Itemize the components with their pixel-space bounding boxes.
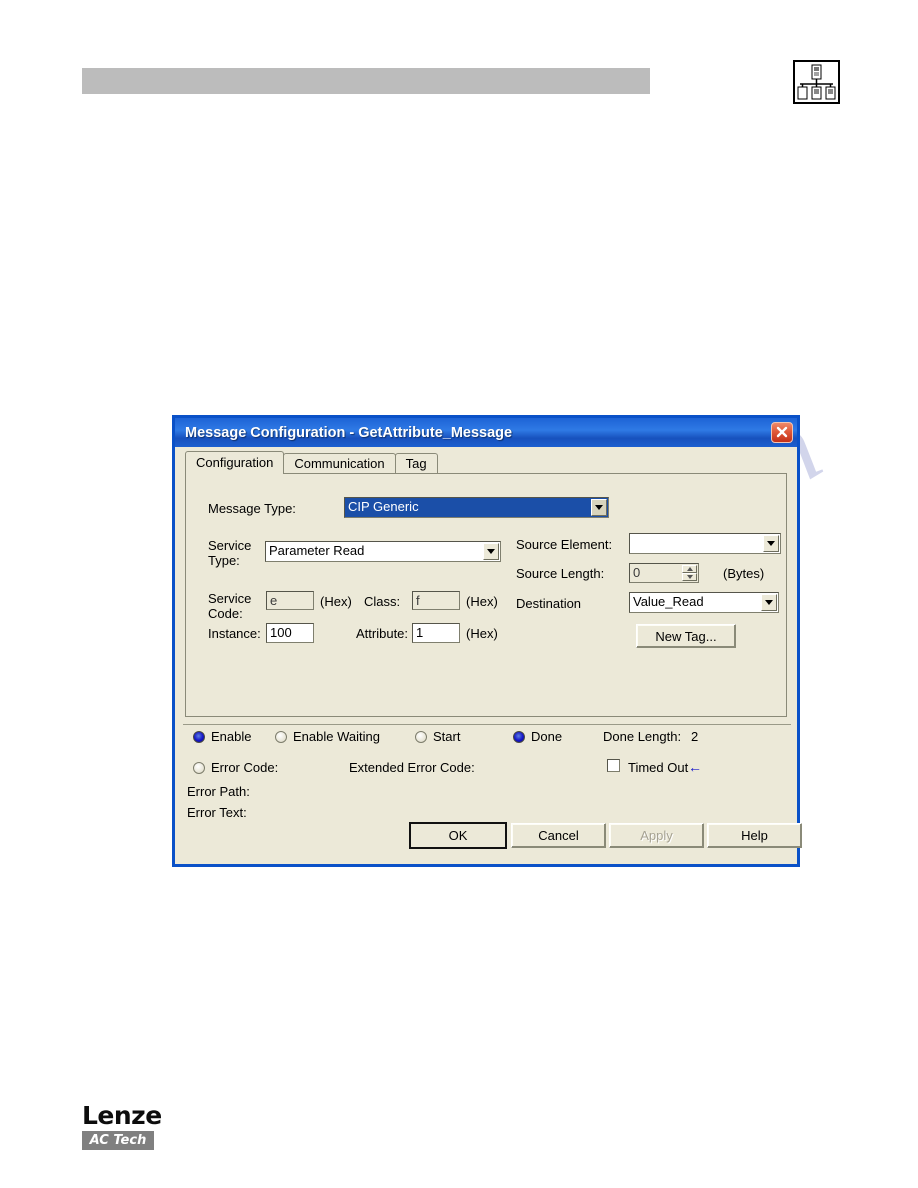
apply-button-label: Apply	[640, 828, 673, 843]
lenze-logo: Lenze AC Tech	[82, 1103, 162, 1150]
destination-label: Destination	[516, 596, 582, 611]
new-tag-button[interactable]: New Tag...	[636, 624, 736, 648]
ok-button[interactable]: OK	[409, 822, 507, 849]
close-icon[interactable]	[771, 422, 793, 443]
radio-start[interactable]	[415, 731, 427, 743]
cancel-button[interactable]: Cancel	[511, 823, 606, 848]
chevron-down-icon[interactable]	[761, 594, 777, 611]
error-text-label: Error Text:	[187, 805, 247, 820]
extended-error-code-label: Extended Error Code:	[349, 760, 475, 775]
timed-out-checkbox[interactable]	[607, 759, 620, 772]
tab-tag-label: Tag	[405, 456, 427, 471]
radio-done[interactable]	[513, 731, 525, 743]
tab-configuration[interactable]: Configuration	[185, 451, 285, 474]
apply-button[interactable]: Apply	[609, 823, 704, 848]
service-code-value: e	[270, 593, 278, 608]
lenze-brand-text: Lenze	[82, 1101, 162, 1130]
attribute-unit: (Hex)	[466, 626, 498, 641]
stepper-down-icon[interactable]	[682, 573, 697, 581]
instance-input[interactable]: 100	[266, 623, 314, 643]
tab-configuration-label: Configuration	[196, 455, 274, 470]
instance-label: Instance:	[208, 626, 261, 641]
attribute-value: 1	[416, 625, 424, 640]
message-type-label: Message Type:	[208, 501, 296, 516]
radio-enable-label: Enable	[211, 729, 252, 744]
message-configuration-dialog: Message Configuration - GetAttribute_Mes…	[172, 415, 802, 867]
actech-brand-text: AC Tech	[89, 1133, 147, 1148]
message-type-value: CIP Generic	[348, 499, 419, 514]
destination-combo[interactable]: Value_Read	[629, 592, 779, 613]
radio-done-label: Done	[531, 729, 563, 744]
radio-error-code[interactable]	[193, 762, 205, 774]
arrow-left-icon: ←	[688, 759, 702, 775]
class-unit: (Hex)	[466, 594, 498, 609]
class-label: Class:	[364, 594, 401, 609]
ok-button-label: OK	[448, 828, 468, 843]
attribute-input[interactable]: 1	[412, 623, 460, 643]
dialog-tabs: Configuration Communication Tag	[185, 451, 438, 474]
destination-value: Value_Read	[633, 594, 704, 609]
class-value: f	[416, 593, 420, 608]
cancel-button-label: Cancel	[538, 828, 579, 843]
page-header-bar	[82, 68, 650, 94]
timed-out-label: Timed Out	[628, 760, 689, 775]
instance-value: 100	[270, 625, 292, 640]
attribute-label: Attribute:	[356, 626, 409, 641]
service-type-value: Parameter Read	[269, 543, 365, 558]
radio-enable-waiting[interactable]	[275, 731, 287, 743]
dialog-titlebar[interactable]: Message Configuration - GetAttribute_Mes…	[172, 415, 800, 447]
stepper-up-icon[interactable]	[682, 565, 697, 573]
actech-badge: AC Tech	[82, 1131, 154, 1150]
service-type-label-line1: Service	[208, 538, 252, 553]
source-length-unit: (Bytes)	[723, 566, 765, 581]
service-code-label-line2: Code:	[208, 606, 243, 621]
class-input[interactable]: f	[412, 591, 460, 610]
source-element-label: Source Element:	[516, 537, 613, 552]
radio-enable[interactable]	[193, 731, 205, 743]
source-element-combo[interactable]	[629, 533, 781, 554]
service-code-unit: (Hex)	[320, 594, 352, 609]
service-code-input[interactable]: e	[266, 591, 314, 610]
service-type-label-line2: Type:	[208, 553, 240, 568]
source-length-label: Source Length:	[516, 566, 605, 581]
error-path-label: Error Path:	[187, 784, 250, 799]
help-button-label: Help	[741, 828, 768, 843]
source-length-input[interactable]: 0	[629, 563, 699, 583]
configuration-panel: Message Type: CIP Generic Service Type: …	[185, 473, 787, 717]
chevron-down-icon[interactable]	[763, 535, 779, 552]
status-separator	[183, 724, 791, 725]
new-tag-button-label: New Tag...	[655, 628, 717, 644]
error-code-label: Error Code:	[211, 760, 279, 775]
radio-enable-waiting-label: Enable Waiting	[293, 729, 380, 744]
done-length-label: Done Length:	[603, 729, 682, 744]
chevron-down-icon[interactable]	[483, 543, 499, 560]
network-topology-icon	[793, 60, 840, 104]
service-type-combo[interactable]: Parameter Read	[265, 541, 501, 562]
tab-tag[interactable]: Tag	[394, 453, 438, 474]
source-length-stepper[interactable]	[682, 565, 697, 581]
source-length-value: 0	[633, 565, 641, 580]
dialog-title: Message Configuration - GetAttribute_Mes…	[185, 424, 513, 441]
help-button[interactable]: Help	[707, 823, 802, 848]
tab-communication[interactable]: Communication	[283, 453, 396, 474]
radio-start-label: Start	[433, 729, 461, 744]
service-code-label-line1: Service	[208, 591, 252, 606]
message-type-combo[interactable]: CIP Generic	[344, 497, 609, 518]
chevron-down-icon[interactable]	[591, 499, 607, 516]
tab-communication-label: Communication	[294, 456, 385, 471]
done-length-value: 2	[691, 729, 699, 744]
